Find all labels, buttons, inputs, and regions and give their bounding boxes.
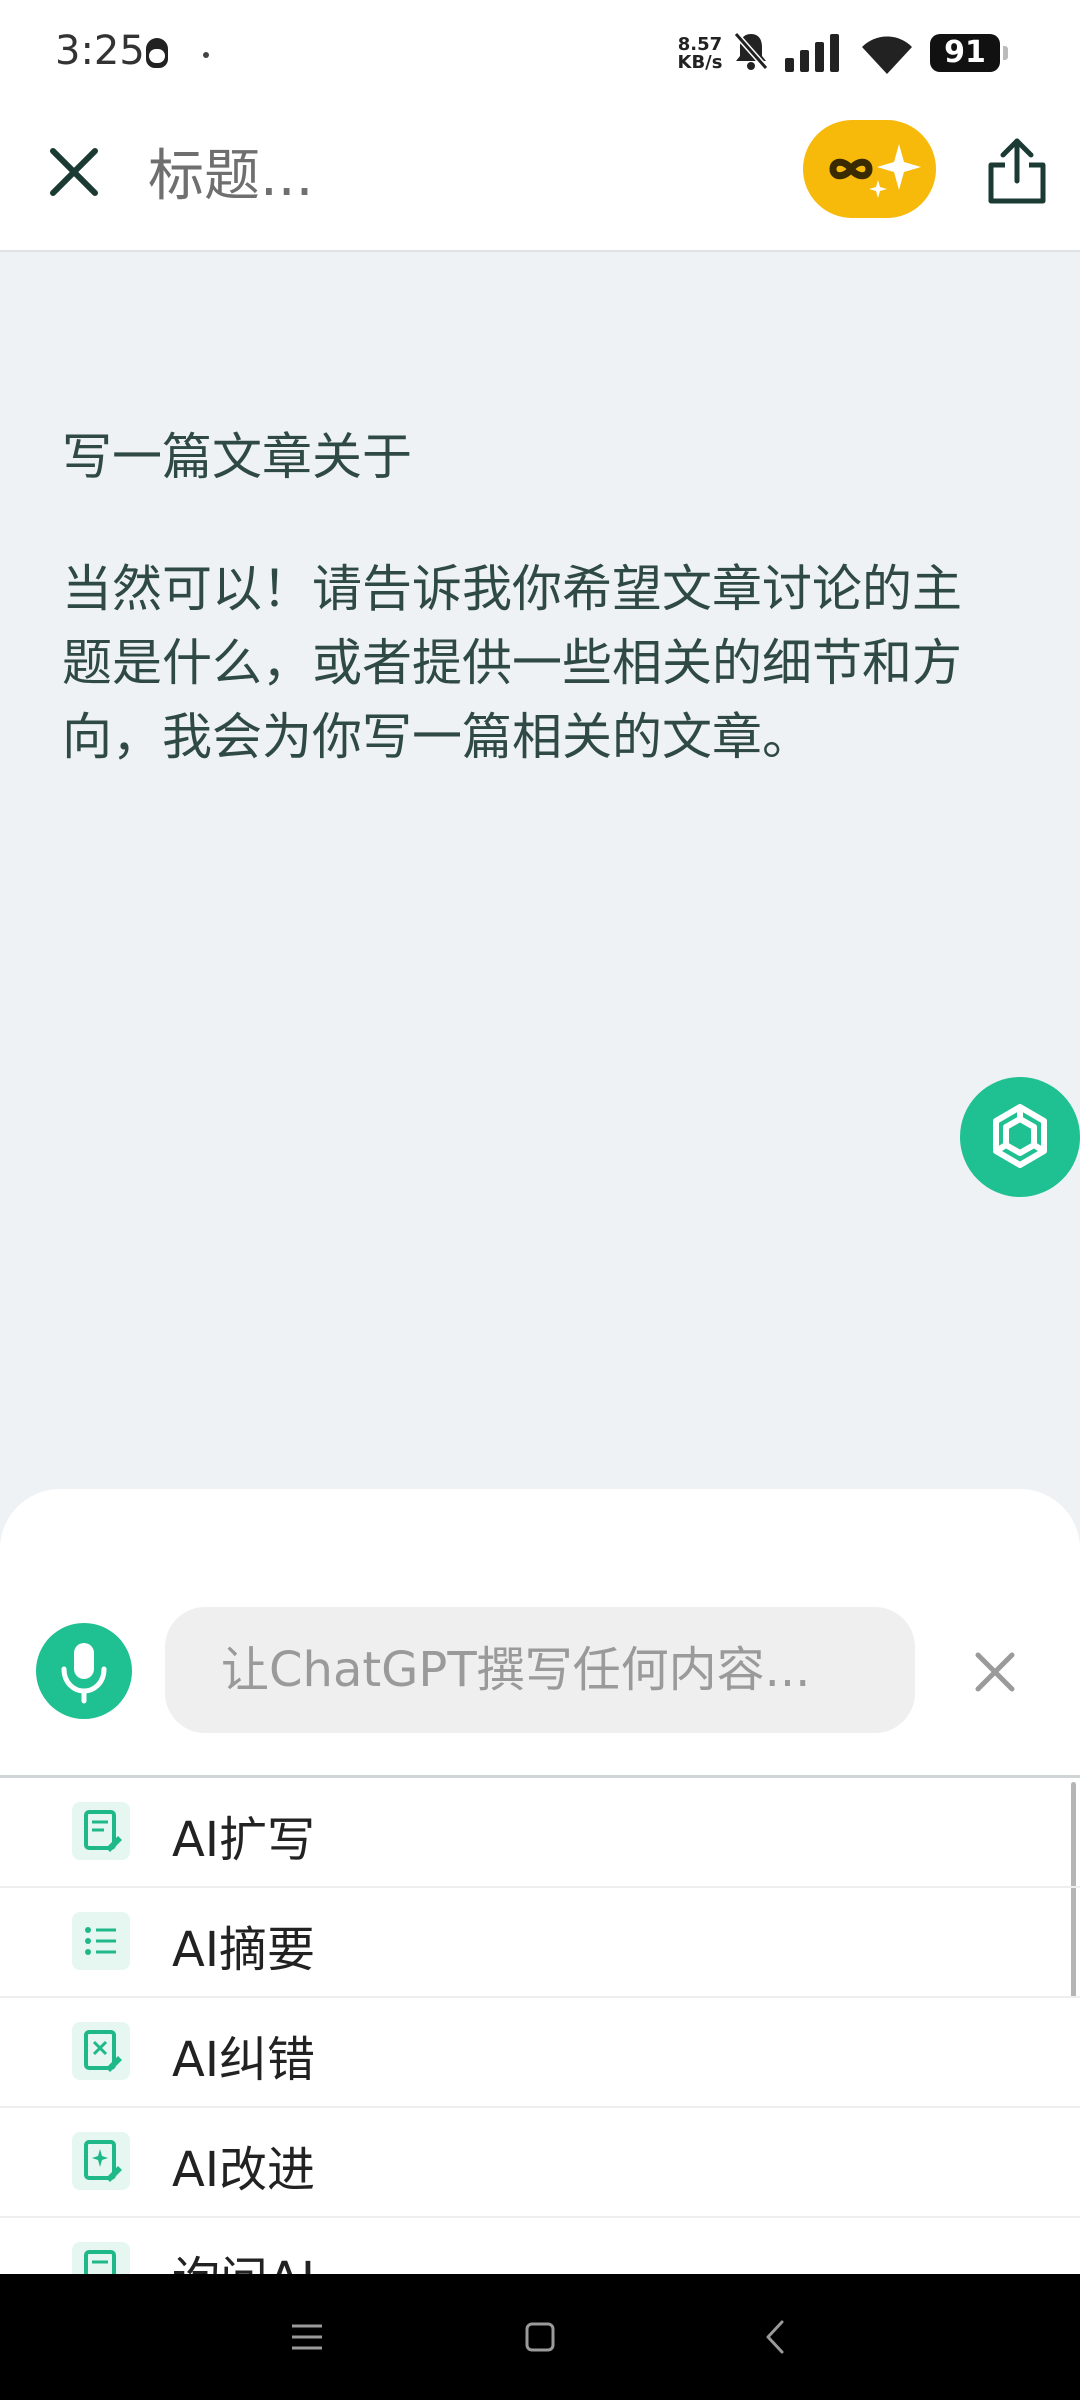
network-speed-unit: KB/s	[677, 52, 723, 73]
menu-item-ai-correct[interactable]: AI纠错	[0, 1998, 1080, 2108]
status-bar: 3:25 8.57 KB/s 91	[0, 0, 1080, 105]
menu-item-ai-improve[interactable]: AI改进	[0, 2108, 1080, 2218]
app-header: 标题...	[0, 105, 1080, 252]
prompt-paragraph: 写一篇文章关于	[62, 428, 412, 486]
microphone-button[interactable]	[36, 1623, 132, 1719]
doc-pen-icon	[72, 1802, 130, 1860]
ai-actions-menu: AI扩写 AI摘要 AI纠错 AI改进	[0, 1778, 1080, 2274]
menu-item-ai-expand[interactable]: AI扩写	[0, 1778, 1080, 1888]
close-icon[interactable]	[45, 143, 103, 201]
menu-item-ask-ai[interactable]: 询问AI	[0, 2218, 1080, 2274]
back-icon[interactable]	[754, 2314, 800, 2360]
network-speed: 8.57 KB/s	[674, 36, 726, 72]
doc-icon	[72, 2242, 130, 2274]
ai-input-panel: AI扩写 AI摘要 AI纠错	[0, 1489, 1080, 2274]
system-nav-bar	[0, 2274, 1080, 2400]
status-time: 3:25	[55, 28, 145, 74]
battery-icon: 91	[930, 34, 1008, 72]
response-paragraph: 当然可以！请告诉我你希望文章讨论的主题是什么，或者提供一些相关的细节和方向，我会…	[62, 560, 962, 766]
ai-assistant-button[interactable]	[960, 1077, 1080, 1197]
battery-level: 91	[944, 35, 986, 70]
menu-item-label: 询问AI	[172, 2240, 315, 2274]
prompt-input[interactable]	[165, 1607, 915, 1733]
menu-item-label: AI改进	[172, 2142, 315, 2198]
menu-item-label: AI纠错	[172, 2032, 315, 2088]
microphone-icon	[61, 1643, 107, 1704]
menu-icon[interactable]	[284, 2314, 330, 2360]
list-icon	[72, 1912, 130, 1970]
clear-close-icon[interactable]	[970, 1647, 1020, 1697]
menu-item-ai-summary[interactable]: AI摘要	[0, 1888, 1080, 1998]
menu-item-label: AI摘要	[172, 1922, 315, 1978]
menu-item-label: AI扩写	[172, 1812, 315, 1868]
doc-sparkle-icon	[72, 2132, 130, 2190]
premium-button[interactable]	[803, 120, 936, 218]
signal-icon	[785, 34, 839, 72]
home-icon[interactable]	[517, 2314, 563, 2360]
page-title[interactable]: 标题...	[148, 131, 313, 212]
wifi-icon	[862, 36, 912, 74]
premium-sparkle-icon	[829, 144, 921, 198]
document-content[interactable]: 写一篇文章关于 当然可以！请告诉我你希望文章讨论的主题是什么，或者提供一些相关的…	[62, 420, 982, 774]
doc-x-icon	[72, 2022, 130, 2080]
chatgpt-logo-icon	[993, 1104, 1047, 1168]
share-icon[interactable]	[985, 135, 1049, 205]
notification-dot-icon	[203, 52, 209, 58]
mute-icon	[733, 32, 769, 70]
qq-icon	[146, 38, 168, 68]
